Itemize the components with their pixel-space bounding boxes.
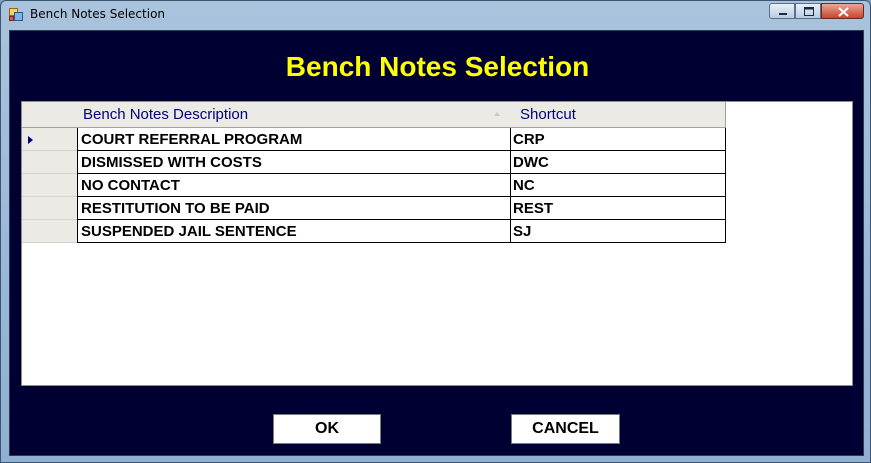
table-row[interactable]: COURT REFERRAL PROGRAM CRP <box>22 128 726 151</box>
maximize-icon <box>804 7 814 16</box>
minimize-icon <box>779 13 787 15</box>
column-header-description[interactable]: Bench Notes Description <box>77 102 511 128</box>
bench-notes-grid[interactable]: Bench Notes Description Shortcut COURT R… <box>21 101 853 386</box>
cancel-button[interactable]: CANCEL <box>511 414 620 444</box>
description-cell[interactable]: NO CONTACT <box>77 174 511 197</box>
row-header[interactable] <box>22 197 78 220</box>
grid-corner-header[interactable] <box>22 102 78 128</box>
table-row[interactable]: NO CONTACT NC <box>22 174 726 197</box>
title-bar[interactable]: Bench Notes Selection <box>1 1 870 28</box>
dialog-client-area: Bench Notes Selection Bench Notes Descri… <box>9 30 864 456</box>
dialog-window: Bench Notes Selection Bench Notes Select… <box>0 0 871 463</box>
shortcut-cell[interactable]: DWC <box>510 151 726 174</box>
shortcut-cell[interactable]: SJ <box>510 220 726 243</box>
sort-ascending-icon <box>494 112 500 116</box>
table-row[interactable]: SUSPENDED JAIL SENTENCE SJ <box>22 220 726 243</box>
maximize-button[interactable] <box>795 3 821 19</box>
current-row-pointer-icon <box>28 136 33 144</box>
description-cell[interactable]: RESTITUTION TO BE PAID <box>77 197 511 220</box>
form-icon <box>9 8 23 21</box>
ok-button[interactable]: OK <box>273 414 381 444</box>
close-icon <box>838 7 849 17</box>
description-cell[interactable]: DISMISSED WITH COSTS <box>77 151 511 174</box>
table-row[interactable]: DISMISSED WITH COSTS DWC <box>22 151 726 174</box>
row-header[interactable] <box>22 174 78 197</box>
page-title: Bench Notes Selection <box>285 51 590 82</box>
shortcut-cell[interactable]: CRP <box>510 128 726 151</box>
shortcut-cell[interactable]: REST <box>510 197 726 220</box>
column-header-shortcut-label: Shortcut <box>520 106 576 123</box>
column-header-description-label: Bench Notes Description <box>83 106 249 123</box>
row-header[interactable] <box>22 128 78 151</box>
shortcut-cell[interactable]: NC <box>510 174 726 197</box>
row-header[interactable] <box>22 151 78 174</box>
description-cell[interactable]: SUSPENDED JAIL SENTENCE <box>77 220 511 243</box>
table-row[interactable]: RESTITUTION TO BE PAID REST <box>22 197 726 220</box>
window-title: Bench Notes Selection <box>30 7 166 21</box>
close-button[interactable] <box>821 3 864 19</box>
description-cell[interactable]: COURT REFERRAL PROGRAM <box>77 128 511 151</box>
column-header-shortcut[interactable]: Shortcut <box>510 102 726 128</box>
row-header[interactable] <box>22 220 78 243</box>
minimize-button[interactable] <box>769 3 795 19</box>
